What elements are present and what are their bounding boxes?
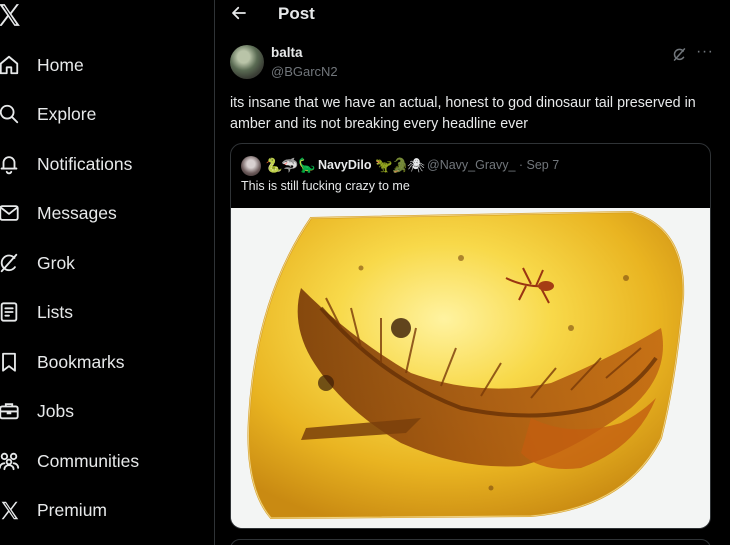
list-icon: [0, 301, 20, 323]
sidebar-item-label: Explore: [37, 103, 97, 124]
more-options-icon[interactable]: ···: [696, 43, 713, 61]
sidebar-item-label: Grok: [37, 252, 75, 273]
sidebar-nav: Home Explore Notifications Messages Grok…: [0, 0, 215, 545]
sidebar-item-label: Notifications: [37, 153, 133, 174]
briefcase-icon: [0, 400, 20, 422]
crocodile-emoji: 🐊: [391, 157, 409, 173]
trex-emoji: 🦖: [375, 157, 393, 173]
search-icon: [0, 103, 20, 125]
sidebar-item-label: Premium: [37, 499, 108, 520]
shark-emoji: 🦈: [281, 157, 299, 173]
quoted-post[interactable]: 🐍 🦈 🦕 NavyDilo 🦖 🐊 🕷 @Navy_Gravy_ · Sep …: [230, 143, 711, 529]
quote-avatar[interactable]: [241, 156, 261, 176]
sidebar-item-label: Home: [37, 54, 84, 75]
quote-author-name[interactable]: NavyDilo: [318, 158, 372, 172]
post-text: its insane that we have an actual, hones…: [230, 95, 696, 132]
author-name[interactable]: balta: [271, 45, 303, 60]
people-icon: [0, 450, 20, 472]
amber-fossil-image[interactable]: [231, 208, 710, 528]
sidebar-item-label: Jobs: [37, 400, 74, 421]
main-column: Post balta @BGarcN2 ··· its insane that …: [216, 0, 730, 545]
top-bar: Post: [216, 0, 730, 30]
page-title: Post: [278, 4, 315, 23]
author-handle[interactable]: @BGarcN2: [271, 64, 338, 79]
sidebar-item-label: Messages: [37, 202, 117, 223]
next-post-card[interactable]: [230, 539, 711, 545]
sidebar-item-label: Bookmarks: [37, 351, 125, 372]
home-icon: [0, 54, 20, 76]
spider-emoji: 🕷: [407, 157, 425, 173]
grok-icon: [0, 252, 20, 274]
quote-handle-date[interactable]: @Navy_Gravy_ · Sep 7: [427, 158, 559, 172]
bookmark-icon: [0, 351, 20, 373]
back-arrow-icon[interactable]: [230, 4, 250, 24]
sidebar-item-label: Communities: [37, 450, 140, 471]
sidebar-item-label: Lists: [37, 301, 73, 322]
snake-emoji: 🐍: [265, 157, 283, 173]
bell-icon: [0, 153, 20, 175]
quote-text: This is still fucking crazy to me: [241, 179, 410, 193]
dinosaur-emoji: 🦕: [298, 157, 316, 173]
x-logo-icon[interactable]: [0, 2, 22, 28]
avatar[interactable]: [230, 45, 264, 79]
envelope-icon: [0, 202, 20, 224]
grok-icon[interactable]: [672, 47, 688, 63]
x-logo-icon: [0, 499, 20, 521]
